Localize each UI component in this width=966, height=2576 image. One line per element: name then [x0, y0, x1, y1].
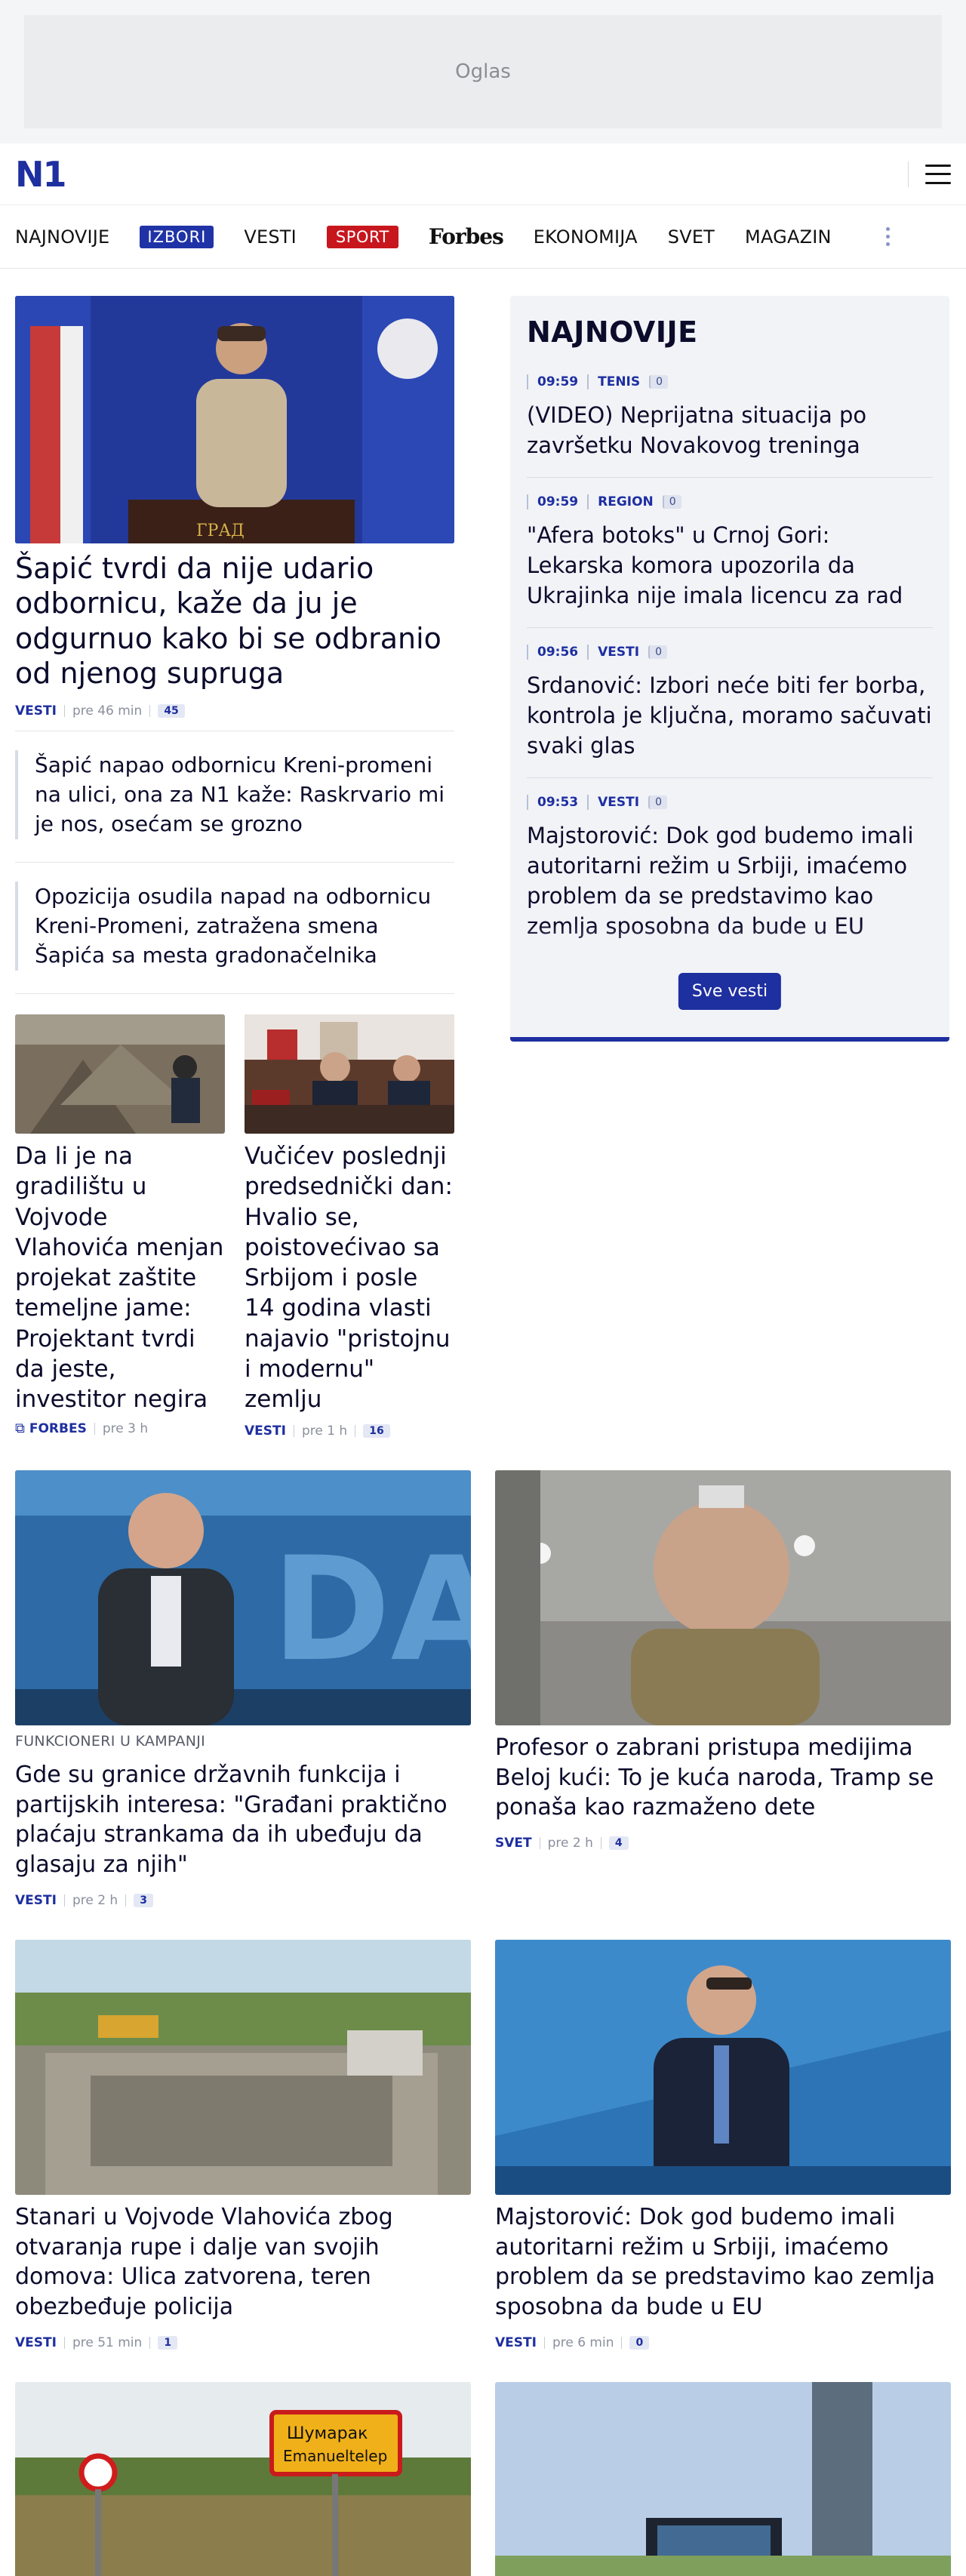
- town-sign-latin: Emanueltelep: [283, 2447, 387, 2465]
- small-card-time: pre 1 h: [301, 1423, 348, 1439]
- news-headline[interactable]: (VIDEO) Neprijatna situacija po završetk…: [527, 400, 933, 460]
- lead-comments-badge[interactable]: 45: [158, 704, 185, 718]
- nav-item-forbes[interactable]: Forbes: [429, 224, 504, 249]
- ad-label: Oglas: [455, 60, 511, 83]
- nav-item-magazin[interactable]: MAGAZIN: [745, 226, 832, 248]
- ad-banner-area: Oglas: [0, 0, 966, 143]
- news-headline[interactable]: "Afera botoks" u Crnoj Gori: Lekarska ko…: [527, 520, 933, 611]
- grid-card-title[interactable]: Profesor o zabrani pristupa medijima Bel…: [495, 1733, 951, 1823]
- grid-card-image[interactable]: [495, 2382, 951, 2576]
- grid-card-comments-badge[interactable]: 4: [608, 1836, 629, 1850]
- small-card-comments-badge[interactable]: 16: [363, 1424, 390, 1438]
- divider: [15, 993, 454, 994]
- external-link-icon: ⧉: [15, 1420, 25, 1436]
- grid-card-comments-badge[interactable]: 1: [158, 2336, 178, 2350]
- grid-card-title[interactable]: Gde su granice državnih funkcija i parti…: [15, 1760, 471, 1879]
- lead-time: pre 46 min: [72, 703, 143, 719]
- grid-card-meta: VESTI pre 51 min 1: [15, 2335, 178, 2350]
- news-category[interactable]: VESTI: [598, 645, 639, 660]
- grid-card-comments-badge[interactable]: 3: [134, 1894, 153, 1907]
- small-card-meta: ⧉ FORBES pre 3 h: [15, 1420, 148, 1436]
- grid-card-image[interactable]: Шумарак Emanueltelep: [15, 2382, 471, 2576]
- small-card-time: pre 3 h: [102, 1420, 149, 1436]
- lead-category[interactable]: VESTI: [15, 703, 57, 719]
- small-card-category[interactable]: VESTI: [245, 1423, 286, 1439]
- small-card-title[interactable]: Da li je na gradilištu u Vojvode Vlahovi…: [15, 1141, 225, 1415]
- lead-story-image[interactable]: ГРАД: [15, 296, 454, 543]
- small-card-image[interactable]: [245, 1014, 454, 1134]
- lead-story-title[interactable]: Šapić tvrdi da nije udario odbornicu, ka…: [15, 551, 454, 691]
- sidebar-news-item[interactable]: 09:56 VESTI 0 Srdanović: Izbori neće bit…: [527, 645, 933, 779]
- related-link[interactable]: Šapić napao odbornicu Kreni-promeni na u…: [15, 750, 454, 839]
- news-comments-badge[interactable]: 0: [648, 796, 667, 810]
- n1-logo[interactable]: N1: [15, 157, 67, 192]
- grid-card-time: pre 51 min: [72, 2335, 143, 2350]
- grid-card-image[interactable]: DA: [15, 1470, 471, 1725]
- all-news-button[interactable]: Sve vesti: [678, 973, 782, 1010]
- nav-item-vesti[interactable]: VESTI: [244, 226, 297, 248]
- grid-card-category[interactable]: VESTI: [15, 2335, 57, 2350]
- news-category[interactable]: REGION: [598, 494, 654, 509]
- news-comments-badge[interactable]: 0: [649, 375, 669, 389]
- grid-card-meta: VESTI pre 2 h 3: [15, 1893, 153, 1908]
- grid-card-meta: SVET pre 2 h 4: [495, 1836, 629, 1851]
- news-comments-badge[interactable]: 0: [648, 645, 667, 660]
- news-time: 09:59: [527, 374, 589, 389]
- news-headline[interactable]: Srdanović: Izbori neće biti fer borba, k…: [527, 670, 933, 761]
- small-card-title[interactable]: Vučićev poslednji predsednički dan: Hval…: [245, 1141, 454, 1415]
- grid-card-title[interactable]: Majstorović: Dok god budemo imali autori…: [495, 2202, 951, 2322]
- sidebar-news-item[interactable]: 09:59 REGION 0 "Afera botoks" u Crnoj Go…: [527, 494, 933, 629]
- grid-card-category[interactable]: VESTI: [15, 1893, 57, 1908]
- more-vertical-icon[interactable]: [885, 227, 890, 246]
- small-card-meta: VESTI pre 1 h 16: [245, 1423, 390, 1439]
- grid-card-time: pre 2 h: [72, 1893, 118, 1908]
- sidebar-news-item[interactable]: 09:59 TENIS 0 (VIDEO) Neprijatna situaci…: [527, 374, 933, 479]
- grid-card-comments-badge[interactable]: 0: [629, 2336, 650, 2350]
- related-link[interactable]: Opozicija osudila napad na odbornicu Kre…: [15, 882, 454, 971]
- news-time: 09:53: [527, 795, 589, 811]
- svg-text:ГРАД: ГРАД: [196, 522, 245, 540]
- grid-card-image[interactable]: [495, 1470, 951, 1725]
- lead-story-meta: VESTI pre 46 min 45: [15, 703, 185, 719]
- main-nav: NAJNOVIJE IZBORI VESTI SPORT Forbes EKON…: [0, 205, 966, 269]
- news-category[interactable]: TENIS: [598, 374, 640, 389]
- divider: [15, 862, 454, 863]
- news-category[interactable]: VESTI: [598, 795, 639, 810]
- ad-banner[interactable]: Oglas: [24, 15, 942, 128]
- top-bar: N1: [0, 143, 966, 205]
- nav-item-svet[interactable]: SVET: [668, 226, 715, 248]
- grid-card-image[interactable]: [15, 1940, 471, 2195]
- sidebar-title: NAJNOVIJE: [527, 315, 698, 349]
- news-time: 09:59: [527, 494, 589, 510]
- svg-text:DA: DA: [272, 1526, 471, 1693]
- nav-item-ekonomija[interactable]: EKONOMIJA: [534, 226, 638, 248]
- grid-card-image[interactable]: [495, 1940, 951, 2195]
- grid-card-kicker: FUNKCIONERI U KAMPANJI: [15, 1733, 206, 1750]
- grid-card-time: pre 2 h: [547, 1836, 593, 1851]
- menu-area: [908, 161, 951, 187]
- latest-news-sidebar: NAJNOVIJE 09:59 TENIS 0 (VIDEO) Neprijat…: [510, 296, 949, 1042]
- grid-card-title[interactable]: Stanari u Vojvode Vlahovića zbog otvaran…: [15, 2202, 471, 2322]
- small-card-category[interactable]: FORBES: [29, 1421, 87, 1436]
- town-sign-cyrillic: Шумарак: [287, 2424, 368, 2443]
- news-comments-badge[interactable]: 0: [662, 495, 681, 509]
- nav-item-najnovije[interactable]: NAJNOVIJE: [15, 226, 109, 248]
- grid-card-time: pre 6 min: [552, 2335, 614, 2350]
- hamburger-menu-icon[interactable]: [925, 164, 951, 184]
- small-card-image[interactable]: [15, 1014, 225, 1134]
- menu-divider: [908, 161, 909, 187]
- grid-card-meta: VESTI pre 6 min 0: [495, 2335, 650, 2350]
- grid-card-category[interactable]: SVET: [495, 1836, 532, 1851]
- grid-card-category[interactable]: VESTI: [495, 2335, 537, 2350]
- nav-item-izbori[interactable]: IZBORI: [140, 225, 214, 248]
- news-time: 09:56: [527, 645, 589, 660]
- nav-item-sport[interactable]: SPORT: [326, 225, 398, 248]
